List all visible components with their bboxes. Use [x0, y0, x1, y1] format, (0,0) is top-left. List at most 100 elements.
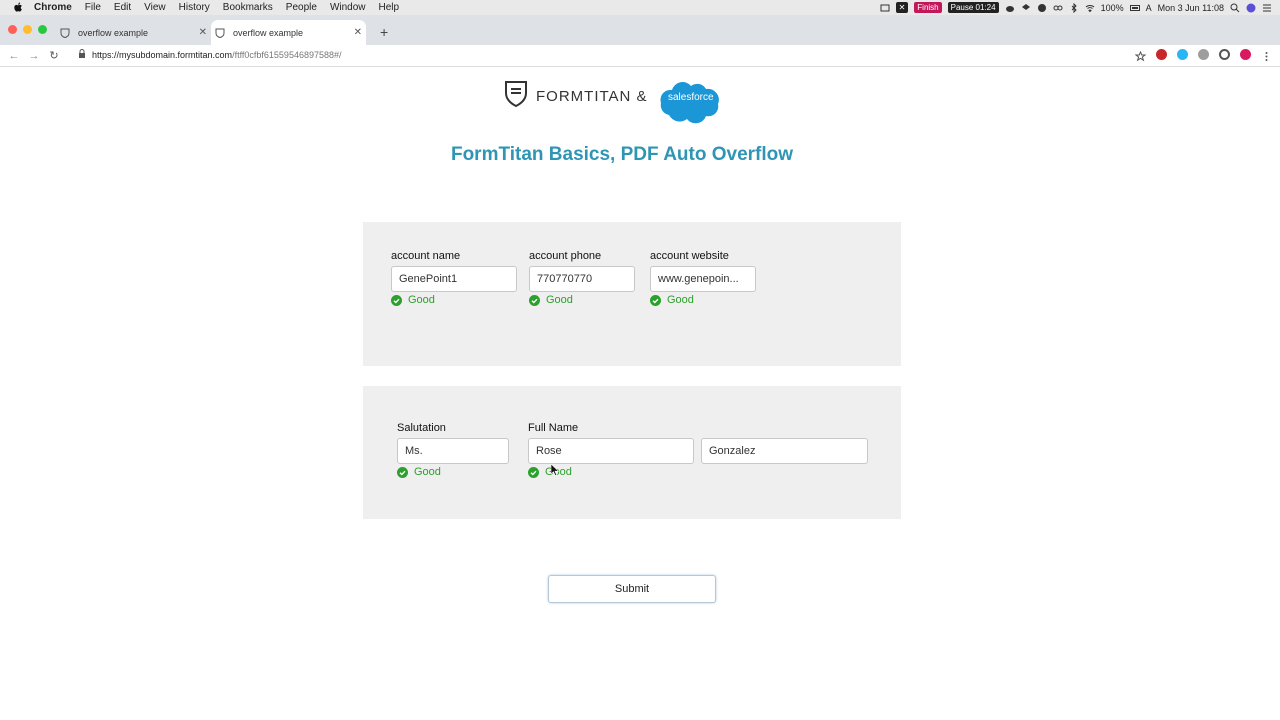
field-label: account phone [529, 250, 602, 262]
menu-file[interactable]: File [85, 2, 101, 13]
contact-section: Salutation Ms. Good Full Name Rose Gonza… [363, 386, 901, 519]
salutation-status: Good [397, 466, 441, 478]
siri-icon[interactable] [1246, 3, 1256, 13]
menu-window[interactable]: Window [330, 2, 366, 13]
web-page: FORMTITAN & salesforce FormTitan Basics,… [0, 67, 1280, 720]
menu-people[interactable]: People [286, 2, 317, 13]
stop-icon[interactable]: ✕ [895, 2, 909, 13]
apple-icon[interactable] [12, 2, 24, 14]
more-menu-icon[interactable] [1261, 49, 1272, 61]
account-name-status: Good [391, 294, 435, 306]
pause-badge[interactable]: Pause 01:24 [947, 2, 999, 13]
screen-recorder-icon[interactable] [880, 3, 890, 13]
close-tab-icon[interactable]: ✕ [199, 27, 207, 38]
battery-icon[interactable] [1129, 3, 1140, 13]
check-circle-icon [397, 466, 408, 478]
battery-percent: 100% [1100, 2, 1124, 13]
menu-app-name[interactable]: Chrome [34, 2, 72, 13]
last-name-input[interactable]: Gonzalez [701, 438, 868, 464]
address-bar[interactable]: https://mysubdomain.formtitan.com/ftff0c… [78, 49, 342, 60]
shield-favicon-icon [60, 28, 70, 38]
status-text: Good [414, 466, 441, 478]
mouse-cursor-icon [550, 463, 560, 476]
clock[interactable]: Mon 3 Jun 11:08 [1158, 3, 1224, 13]
browser-tab-active[interactable]: overflow example ✕ [211, 20, 366, 45]
account-phone-status: Good [529, 294, 573, 306]
glasses-icon[interactable] [1053, 3, 1063, 13]
skype-icon[interactable] [1037, 3, 1047, 13]
finish-badge[interactable]: Finish [914, 2, 942, 13]
notification-center-icon[interactable] [1262, 3, 1272, 13]
account-website-field: account website www.genepoin... [650, 250, 756, 292]
dropbox-icon[interactable] [1021, 3, 1031, 13]
status-text: Good [667, 294, 694, 306]
page-title: FormTitan Basics, PDF Auto Overflow [450, 144, 794, 165]
toolbar-extensions [1134, 49, 1272, 62]
status-text: Good [546, 294, 573, 306]
menu-view[interactable]: View [144, 2, 166, 13]
profile-avatar[interactable] [1240, 49, 1251, 60]
brand-text: FORMTITAN & [536, 88, 648, 105]
check-circle-icon [529, 294, 540, 306]
reload-icon[interactable]: ↻ [48, 50, 60, 62]
browser-tab-strip: overflow example ✕ overflow example ✕ + [0, 15, 1280, 45]
window-controls [8, 25, 47, 34]
minimize-window-button[interactable] [23, 25, 32, 34]
zoom-window-button[interactable] [38, 25, 47, 34]
tab-title: overflow example [78, 27, 149, 38]
back-arrow-icon[interactable]: ← [8, 50, 20, 62]
bookmark-star-icon[interactable] [1134, 49, 1147, 62]
header-logo: FORMTITAN & salesforce [504, 80, 719, 124]
salutation-field: Salutation Ms. [397, 422, 509, 464]
macos-menu-bar: Chrome File Edit View History Bookmarks … [0, 0, 1280, 15]
cloud-icon[interactable] [1005, 3, 1015, 13]
field-label: account website [650, 250, 729, 262]
close-window-button[interactable] [8, 25, 17, 34]
wifi-icon[interactable] [1085, 3, 1095, 13]
shield-favicon-icon [215, 28, 225, 38]
field-label: Full Name [528, 422, 579, 434]
tab-title: overflow example [233, 27, 304, 38]
new-tab-plus-icon[interactable]: + [380, 24, 388, 40]
submit-button[interactable]: Submit [548, 575, 716, 603]
extension-circle-icon[interactable] [1219, 49, 1230, 60]
account-phone-field: account phone 770770770 [529, 250, 635, 292]
menubar-status-area: ✕ Finish Pause 01:24 100% A Mon 3 Jun 11… [880, 0, 1272, 15]
menu-edit[interactable]: Edit [114, 2, 131, 13]
status-text: Good [408, 294, 435, 306]
first-name-field: Full Name Rose [528, 422, 694, 464]
formtitan-shield-icon [504, 80, 528, 113]
adblock-icon[interactable] [1156, 49, 1167, 60]
check-circle-icon [528, 466, 539, 478]
bluetooth-icon[interactable] [1069, 2, 1079, 13]
salutation-input[interactable]: Ms. [397, 438, 509, 464]
menu-help[interactable]: Help [379, 2, 400, 13]
menu-history[interactable]: History [179, 2, 210, 13]
salesforce-logo: salesforce [658, 78, 722, 124]
check-circle-icon [650, 294, 661, 306]
input-source-indicator[interactable]: A [1146, 3, 1152, 13]
account-website-status: Good [650, 294, 694, 306]
field-label: account name [391, 250, 461, 262]
check-circle-icon [391, 294, 402, 306]
menu-bookmarks[interactable]: Bookmarks [223, 2, 273, 13]
close-tab-icon[interactable]: ✕ [354, 27, 362, 38]
forward-arrow-icon[interactable]: → [28, 50, 40, 62]
account-website-input[interactable]: www.genepoin... [650, 266, 756, 292]
full-name-status: Good [528, 466, 572, 478]
extension-grey-icon[interactable] [1198, 49, 1209, 60]
browser-tab[interactable]: overflow example ✕ [56, 20, 211, 45]
account-name-field: account name GenePoint1 [391, 250, 517, 292]
spotlight-search-icon[interactable] [1230, 3, 1240, 13]
url-path: /ftff0cfbf61559546897588#/ [232, 49, 342, 60]
salesforce-text: salesforce [668, 92, 714, 103]
field-label: Salutation [397, 422, 446, 434]
url-host: https://mysubdomain.formtitan.com [92, 49, 233, 60]
first-name-input[interactable]: Rose [528, 438, 694, 464]
lock-icon [78, 49, 86, 60]
account-phone-input[interactable]: 770770770 [529, 266, 635, 292]
extension-cloud-icon[interactable] [1177, 49, 1188, 60]
account-name-input[interactable]: GenePoint1 [391, 266, 517, 292]
browser-toolbar: ← → ↻ https://mysubdomain.formtitan.com/… [0, 45, 1280, 67]
field-label-empty [701, 422, 868, 435]
